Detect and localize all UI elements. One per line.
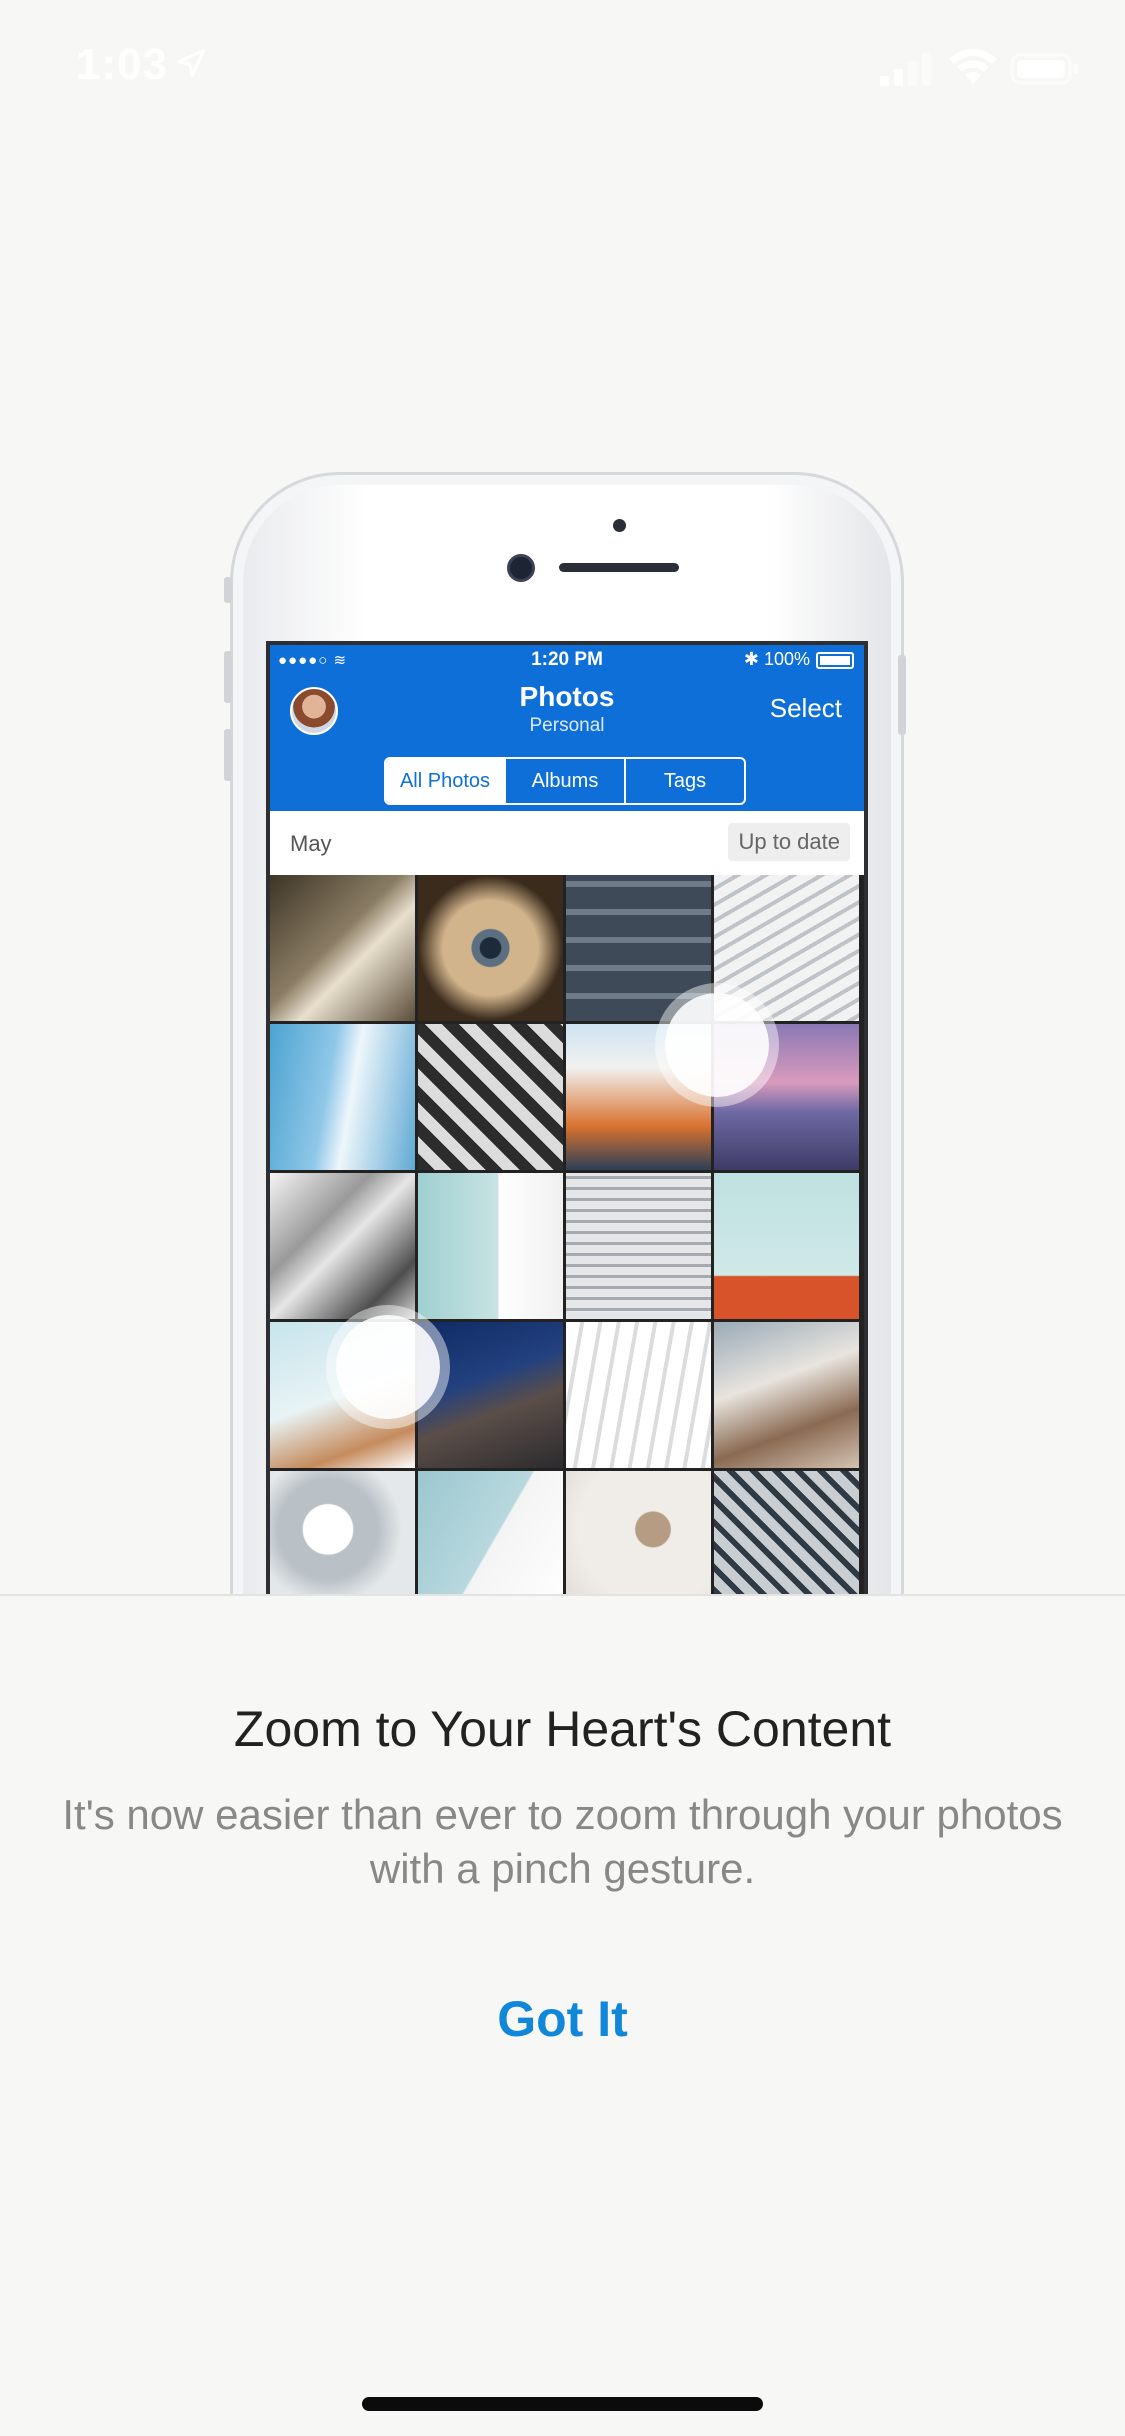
volume-up-button [224, 651, 232, 703]
divider [0, 1594, 1125, 1596]
photo-tile [566, 1322, 711, 1468]
phone-speaker [559, 563, 679, 572]
section-month: May [290, 831, 332, 856]
location-arrow-icon [176, 48, 206, 78]
segmented-control: All Photos Albums Tags [384, 757, 746, 805]
photo-tile [566, 1173, 711, 1319]
status-bar: 1:03 [0, 0, 1125, 140]
inner-battery: ✱ 100% [744, 649, 854, 670]
power-button [898, 655, 906, 735]
volume-down-button [224, 729, 232, 781]
section-header: May Up to date [270, 811, 864, 875]
home-indicator[interactable] [362, 2397, 763, 2411]
app-header: ●●●●○ ≋ 1:20 PM ✱ 100% Photos Personal S… [270, 645, 864, 811]
sync-status-badge: Up to date [728, 823, 850, 861]
photo-tile [418, 1173, 563, 1319]
got-it-button[interactable]: Got It [450, 1984, 675, 2054]
pinch-touch-point [665, 993, 769, 1097]
onboarding-description: It's now easier than ever to zoom throug… [62, 1791, 1063, 1892]
segment-all-photos: All Photos [386, 759, 506, 803]
inner-battery-icon [816, 651, 854, 669]
photo-tile [714, 1322, 859, 1468]
photo-tile [418, 1024, 563, 1170]
photo-tile [270, 1024, 415, 1170]
wifi-icon [949, 49, 997, 84]
segment-tags: Tags [663, 770, 707, 792]
status-time: 1:03 [76, 40, 169, 89]
photo-tile [418, 1322, 563, 1468]
photo-tile [566, 1471, 711, 1595]
bluetooth-icon: ✱ [743, 649, 764, 669]
photo-tile [566, 875, 711, 1021]
phone-screen: ●●●●○ ≋ 1:20 PM ✱ 100% Photos Personal S… [266, 641, 868, 1595]
photo-tile [714, 1471, 859, 1595]
pinch-touch-point [336, 1315, 440, 1419]
photo-tile [714, 1173, 859, 1319]
segment-albums: Albums [506, 759, 626, 803]
photo-tile [270, 875, 415, 1021]
phone-sensor [613, 519, 626, 532]
onboarding-title: Zoom to Your Heart's Content [233, 1701, 892, 1757]
photo-tile [418, 1471, 563, 1595]
photo-tile [270, 1471, 415, 1595]
signal-icon [880, 53, 931, 86]
front-camera [507, 554, 535, 582]
battery-icon [1010, 53, 1078, 85]
photo-tile [270, 1173, 415, 1319]
mute-switch [224, 577, 232, 603]
select-button: Select [769, 693, 842, 723]
photo-tile [418, 875, 563, 1021]
feature-illustration: ●●●●○ ≋ 1:20 PM ✱ 100% Photos Personal S… [180, 465, 945, 1595]
